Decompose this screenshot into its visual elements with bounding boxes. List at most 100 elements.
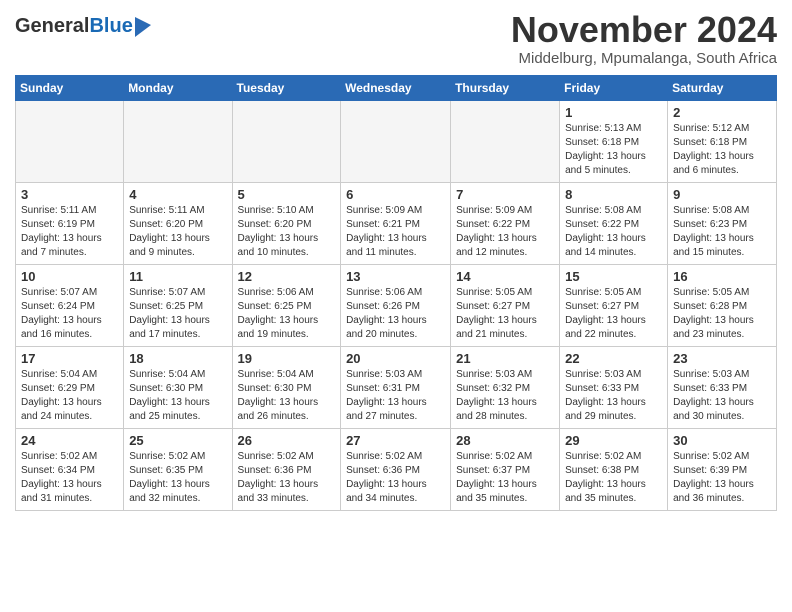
day-number: 24 [21, 433, 118, 448]
day-header-wednesday: Wednesday [341, 75, 451, 100]
calendar-cell [124, 100, 232, 182]
day-number: 15 [565, 269, 662, 284]
day-info: Sunrise: 5:09 AM Sunset: 6:21 PM Dayligh… [346, 204, 445, 260]
calendar-cell: 24 Sunrise: 5:02 AM Sunset: 6:34 PM Dayli… [16, 428, 124, 510]
month-title: November 2024 [511, 10, 777, 50]
calendar-cell: 22 Sunrise: 5:03 AM Sunset: 6:33 PM Dayli… [560, 346, 668, 428]
day-info: Sunrise: 5:04 AM Sunset: 6:29 PM Dayligh… [21, 368, 118, 424]
day-number: 13 [346, 269, 445, 284]
calendar-week-3: 10 Sunrise: 5:07 AM Sunset: 6:24 PM Dayli… [16, 264, 777, 346]
day-info: Sunrise: 5:12 AM Sunset: 6:18 PM Dayligh… [673, 122, 771, 178]
day-number: 18 [129, 351, 226, 366]
calendar-week-2: 3 Sunrise: 5:11 AM Sunset: 6:19 PM Daylig… [16, 182, 777, 264]
calendar-cell: 28 Sunrise: 5:02 AM Sunset: 6:37 PM Dayli… [451, 428, 560, 510]
day-info: Sunrise: 5:10 AM Sunset: 6:20 PM Dayligh… [238, 204, 336, 260]
day-info: Sunrise: 5:08 AM Sunset: 6:23 PM Dayligh… [673, 204, 771, 260]
day-info: Sunrise: 5:04 AM Sunset: 6:30 PM Dayligh… [238, 368, 336, 424]
day-header-thursday: Thursday [451, 75, 560, 100]
day-number: 14 [456, 269, 554, 284]
day-number: 2 [673, 105, 771, 120]
day-number: 19 [238, 351, 336, 366]
calendar-cell: 26 Sunrise: 5:02 AM Sunset: 6:36 PM Dayli… [232, 428, 341, 510]
calendar-cell: 18 Sunrise: 5:04 AM Sunset: 6:30 PM Dayli… [124, 346, 232, 428]
day-info: Sunrise: 5:02 AM Sunset: 6:35 PM Dayligh… [129, 450, 226, 506]
day-number: 26 [238, 433, 336, 448]
calendar-cell: 8Sunrise: 5:08 AM Sunset: 6:22 PM Daylig… [560, 182, 668, 264]
day-number: 20 [346, 351, 445, 366]
day-info: Sunrise: 5:09 AM Sunset: 6:22 PM Dayligh… [456, 204, 554, 260]
day-info: Sunrise: 5:07 AM Sunset: 6:24 PM Dayligh… [21, 286, 118, 342]
day-info: Sunrise: 5:05 AM Sunset: 6:27 PM Dayligh… [456, 286, 554, 342]
calendar-cell: 1 Sunrise: 5:13 AM Sunset: 6:18 PM Daylig… [560, 100, 668, 182]
day-info: Sunrise: 5:04 AM Sunset: 6:30 PM Dayligh… [129, 368, 226, 424]
day-header-sunday: Sunday [16, 75, 124, 100]
day-number: 21 [456, 351, 554, 366]
calendar-cell: 15Sunrise: 5:05 AM Sunset: 6:27 PM Dayli… [560, 264, 668, 346]
location-subtitle: Middelburg, Mpumalanga, South Africa [511, 50, 777, 67]
calendar-cell [232, 100, 341, 182]
calendar-cell: 30 Sunrise: 5:02 AM Sunset: 6:39 PM Dayli… [668, 428, 777, 510]
day-number: 11 [129, 269, 226, 284]
logo-icon [135, 17, 151, 37]
day-number: 17 [21, 351, 118, 366]
page-header: GeneralBlue November 2024 Middelburg, Mp… [15, 10, 777, 67]
day-number: 16 [673, 269, 771, 284]
day-info: Sunrise: 5:02 AM Sunset: 6:36 PM Dayligh… [238, 450, 336, 506]
day-number: 25 [129, 433, 226, 448]
day-number: 29 [565, 433, 662, 448]
day-info: Sunrise: 5:05 AM Sunset: 6:28 PM Dayligh… [673, 286, 771, 342]
calendar-header-row: SundayMondayTuesdayWednesdayThursdayFrid… [16, 75, 777, 100]
calendar-cell: 9 Sunrise: 5:08 AM Sunset: 6:23 PM Daylig… [668, 182, 777, 264]
calendar-cell [16, 100, 124, 182]
day-info: Sunrise: 5:02 AM Sunset: 6:34 PM Dayligh… [21, 450, 118, 506]
day-number: 3 [21, 187, 118, 202]
day-info: Sunrise: 5:02 AM Sunset: 6:36 PM Dayligh… [346, 450, 445, 506]
calendar-table: SundayMondayTuesdayWednesdayThursdayFrid… [15, 75, 777, 511]
calendar-cell: 17 Sunrise: 5:04 AM Sunset: 6:29 PM Dayli… [16, 346, 124, 428]
day-number: 30 [673, 433, 771, 448]
calendar-cell: 25 Sunrise: 5:02 AM Sunset: 6:35 PM Dayli… [124, 428, 232, 510]
calendar-cell: 13 Sunrise: 5:06 AM Sunset: 6:26 PM Dayli… [341, 264, 451, 346]
day-info: Sunrise: 5:02 AM Sunset: 6:37 PM Dayligh… [456, 450, 554, 506]
day-number: 5 [238, 187, 336, 202]
title-block: November 2024 Middelburg, Mpumalanga, So… [511, 10, 777, 67]
calendar-cell: 7 Sunrise: 5:09 AM Sunset: 6:22 PM Daylig… [451, 182, 560, 264]
day-number: 23 [673, 351, 771, 366]
calendar-cell: 6Sunrise: 5:09 AM Sunset: 6:21 PM Daylig… [341, 182, 451, 264]
day-number: 28 [456, 433, 554, 448]
day-info: Sunrise: 5:03 AM Sunset: 6:31 PM Dayligh… [346, 368, 445, 424]
calendar-week-1: 1 Sunrise: 5:13 AM Sunset: 6:18 PM Daylig… [16, 100, 777, 182]
day-info: Sunrise: 5:11 AM Sunset: 6:19 PM Dayligh… [21, 204, 118, 260]
day-header-monday: Monday [124, 75, 232, 100]
day-info: Sunrise: 5:03 AM Sunset: 6:33 PM Dayligh… [565, 368, 662, 424]
calendar-cell: 27 Sunrise: 5:02 AM Sunset: 6:36 PM Dayli… [341, 428, 451, 510]
calendar-cell: 10 Sunrise: 5:07 AM Sunset: 6:24 PM Dayli… [16, 264, 124, 346]
day-number: 27 [346, 433, 445, 448]
calendar-cell: 21 Sunrise: 5:03 AM Sunset: 6:32 PM Dayli… [451, 346, 560, 428]
calendar-cell: 20 Sunrise: 5:03 AM Sunset: 6:31 PM Dayli… [341, 346, 451, 428]
day-header-tuesday: Tuesday [232, 75, 341, 100]
day-number: 7 [456, 187, 554, 202]
day-info: Sunrise: 5:06 AM Sunset: 6:25 PM Dayligh… [238, 286, 336, 342]
calendar-cell: 3 Sunrise: 5:11 AM Sunset: 6:19 PM Daylig… [16, 182, 124, 264]
day-info: Sunrise: 5:03 AM Sunset: 6:32 PM Dayligh… [456, 368, 554, 424]
day-info: Sunrise: 5:07 AM Sunset: 6:25 PM Dayligh… [129, 286, 226, 342]
day-number: 22 [565, 351, 662, 366]
day-info: Sunrise: 5:11 AM Sunset: 6:20 PM Dayligh… [129, 204, 226, 260]
day-info: Sunrise: 5:06 AM Sunset: 6:26 PM Dayligh… [346, 286, 445, 342]
calendar-cell: 5 Sunrise: 5:10 AM Sunset: 6:20 PM Daylig… [232, 182, 341, 264]
logo-general: GeneralBlue [15, 15, 133, 38]
day-number: 4 [129, 187, 226, 202]
day-info: Sunrise: 5:08 AM Sunset: 6:22 PM Dayligh… [565, 204, 662, 260]
day-number: 12 [238, 269, 336, 284]
day-number: 10 [21, 269, 118, 284]
day-info: Sunrise: 5:13 AM Sunset: 6:18 PM Dayligh… [565, 122, 662, 178]
day-info: Sunrise: 5:02 AM Sunset: 6:39 PM Dayligh… [673, 450, 771, 506]
calendar-cell [341, 100, 451, 182]
calendar-cell [451, 100, 560, 182]
calendar-cell: 4 Sunrise: 5:11 AM Sunset: 6:20 PM Daylig… [124, 182, 232, 264]
calendar-cell: 12 Sunrise: 5:06 AM Sunset: 6:25 PM Dayli… [232, 264, 341, 346]
calendar-cell: 23Sunrise: 5:03 AM Sunset: 6:33 PM Dayli… [668, 346, 777, 428]
day-number: 1 [565, 105, 662, 120]
day-number: 9 [673, 187, 771, 202]
